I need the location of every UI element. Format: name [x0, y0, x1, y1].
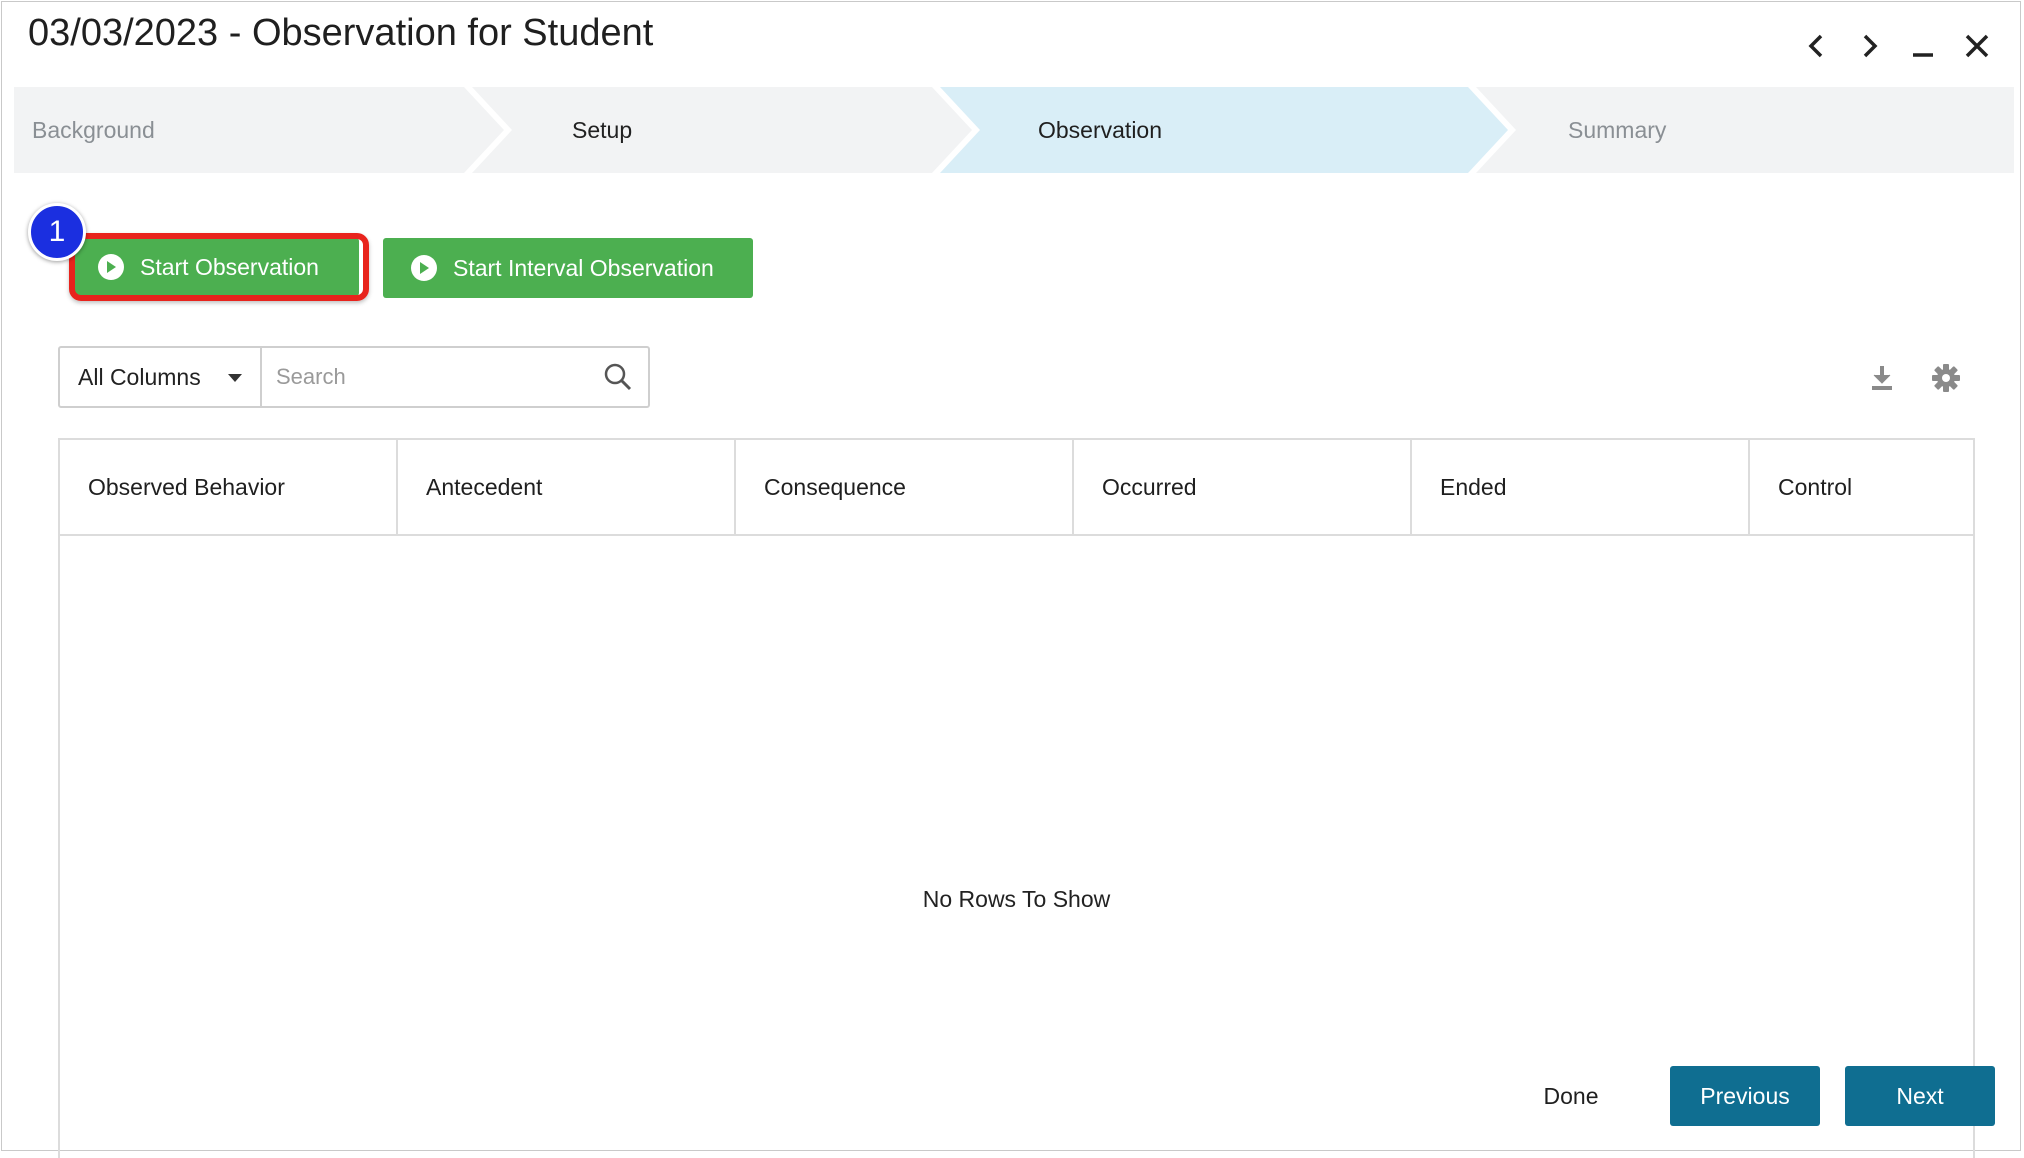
previous-button[interactable]: Previous	[1670, 1066, 1820, 1126]
window-title: 03/03/2023 - Observation for Student	[28, 12, 654, 54]
step-background[interactable]: Background	[14, 87, 504, 173]
column-select[interactable]: All Columns	[60, 348, 262, 406]
minimize-icon[interactable]	[1901, 24, 1945, 68]
step-label: Setup	[572, 116, 633, 143]
chevron-right-icon[interactable]	[1848, 24, 1892, 68]
play-icon	[411, 255, 437, 281]
column-header[interactable]: Consequence	[736, 440, 1074, 534]
grid-filter: All Columns	[58, 346, 650, 408]
column-select-value: All Columns	[78, 363, 201, 390]
start-interval-observation-button[interactable]: Start Interval Observation	[383, 238, 753, 298]
column-header[interactable]: Antecedent	[398, 440, 736, 534]
step-label: Summary	[1568, 116, 1667, 143]
search-icon[interactable]	[588, 348, 648, 406]
search-input[interactable]	[262, 348, 588, 406]
column-header[interactable]: Observed Behavior	[60, 440, 398, 534]
highlight-frame	[69, 233, 369, 301]
chevron-left-icon[interactable]	[1794, 24, 1838, 68]
column-header[interactable]: Ended	[1412, 440, 1750, 534]
step-observation[interactable]: Observation	[940, 87, 1508, 173]
column-header[interactable]: Control	[1750, 440, 1973, 534]
start-interval-observation-label: Start Interval Observation	[453, 254, 714, 281]
step-badge: 1	[28, 203, 86, 261]
next-button[interactable]: Next	[1845, 1066, 1995, 1126]
column-header[interactable]: Occurred	[1074, 440, 1412, 534]
step-label: Observation	[1038, 116, 1163, 143]
gear-icon[interactable]	[1928, 360, 1964, 396]
step-setup[interactable]: Setup	[472, 87, 972, 173]
step-summary[interactable]: Summary	[1476, 87, 2014, 173]
download-icon[interactable]	[1864, 360, 1900, 396]
caret-down-icon	[228, 374, 242, 382]
observation-grid: Observed Behavior Antecedent Consequence…	[58, 438, 1975, 1158]
done-button[interactable]: Done	[1532, 1066, 1610, 1126]
observation-window: 03/03/2023 - Observation for Student Bac…	[1, 1, 2021, 1158]
empty-grid-message: No Rows To Show	[922, 886, 1111, 912]
close-icon[interactable]	[1955, 24, 1999, 68]
grid-header: Observed Behavior Antecedent Consequence…	[60, 440, 1973, 536]
wizard-stepper: Background Setup Observation Summary	[14, 87, 2014, 173]
step-label: Background	[32, 116, 155, 143]
